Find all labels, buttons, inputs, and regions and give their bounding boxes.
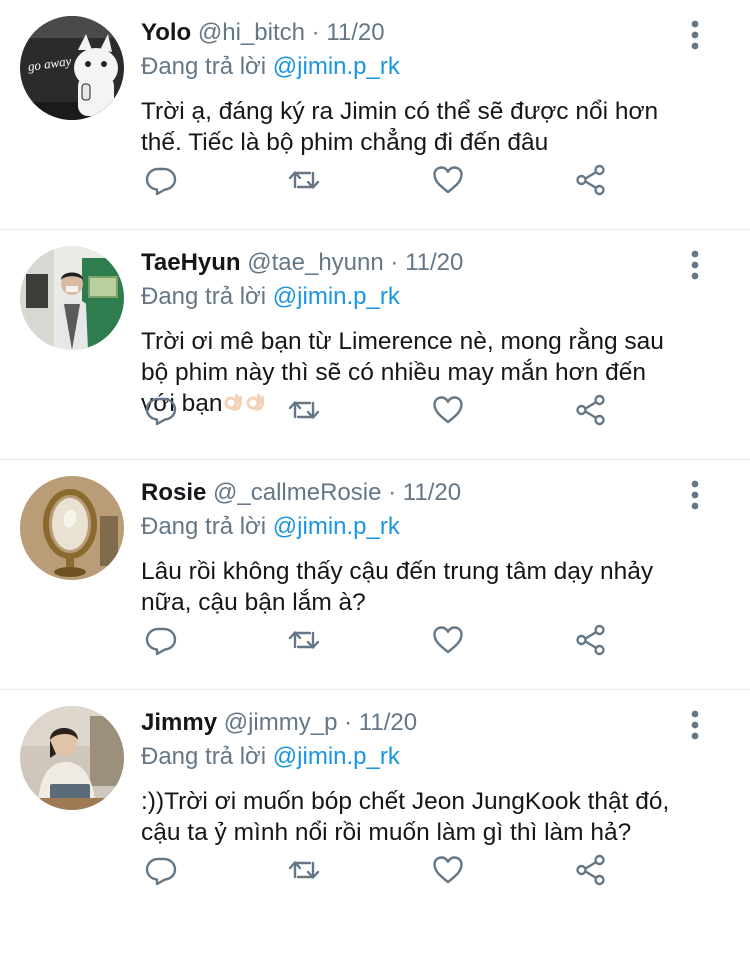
- more-options-button[interactable]: [680, 710, 710, 740]
- user-handle[interactable]: @hi_bitch: [198, 19, 305, 46]
- reply-context: Đang trả lời @jimin.p_rk: [141, 510, 694, 544]
- separator-dot: ·: [388, 479, 397, 506]
- separator-dot: ·: [311, 19, 320, 46]
- reply-button[interactable]: [141, 850, 181, 890]
- user-handle[interactable]: @jimmy_p: [224, 709, 338, 736]
- reply-button[interactable]: [141, 620, 181, 660]
- more-options-button[interactable]: [680, 20, 710, 50]
- retweet-button[interactable]: [284, 620, 324, 660]
- more-vertical-icon: [691, 710, 699, 740]
- tweet-actions: [141, 160, 621, 200]
- reply-prefix: Đang trả lời: [141, 53, 267, 80]
- retweet-icon: [288, 861, 320, 879]
- reply-mention[interactable]: @jimin.p_rk: [273, 513, 400, 540]
- tweet-header: TaeHyun @tae_hyunn · 11/20: [141, 246, 694, 280]
- like-icon: [433, 166, 463, 194]
- like-icon: [433, 396, 463, 424]
- avatar[interactable]: [20, 246, 124, 350]
- display-name[interactable]: Yolo: [141, 19, 191, 46]
- tweet-content: Yolo @hi_bitch · 11/20 Đang trả lời @jim…: [141, 16, 694, 158]
- reply-context: Đang trả lời @jimin.p_rk: [141, 50, 694, 84]
- tweet-content: Rosie @_callmeRosie · 11/20 Đang trả lời…: [141, 476, 694, 618]
- retweet-icon: [288, 171, 320, 189]
- reply-prefix: Đang trả lời: [141, 513, 267, 540]
- like-icon: [433, 856, 463, 884]
- user-handle[interactable]: @_callmeRosie: [213, 479, 381, 506]
- tweet[interactable]: Rosie @_callmeRosie · 11/20 Đang trả lời…: [0, 460, 750, 690]
- display-name[interactable]: TaeHyun: [141, 249, 241, 276]
- reply-mention[interactable]: @jimin.p_rk: [273, 743, 400, 770]
- like-button[interactable]: [428, 620, 468, 660]
- avatar-image: [20, 706, 124, 810]
- more-vertical-icon: [691, 20, 699, 50]
- tweet-header: Yolo @hi_bitch · 11/20: [141, 16, 694, 50]
- more-vertical-icon: [691, 250, 699, 280]
- retweet-button[interactable]: [284, 850, 324, 890]
- reply-icon: [145, 397, 177, 426]
- tweet-header: Rosie @_callmeRosie · 11/20: [141, 476, 694, 510]
- reply-icon: [145, 167, 177, 196]
- retweet-icon: [288, 631, 320, 649]
- share-icon: [576, 854, 605, 886]
- tweet[interactable]: Jimmy @jimmy_p · 11/20 Đang trả lời @jim…: [0, 690, 750, 920]
- retweet-icon: [288, 401, 320, 419]
- share-button[interactable]: [571, 620, 611, 660]
- display-name[interactable]: Jimmy: [141, 709, 217, 736]
- reply-mention[interactable]: @jimin.p_rk: [273, 283, 400, 310]
- tweet-text: :))Trời ơi muốn bóp chết Jeon JungKook t…: [141, 788, 670, 846]
- tweet-date[interactable]: 11/20: [403, 479, 461, 506]
- share-icon: [576, 394, 605, 426]
- reply-feed: go away Yolo @hi_bitch · 11/20 Đang trả …: [0, 0, 750, 955]
- share-button[interactable]: [571, 850, 611, 890]
- like-button[interactable]: [428, 160, 468, 200]
- tweet-actions: [141, 390, 621, 430]
- reply-icon: [145, 627, 177, 656]
- tweet-actions: [141, 620, 621, 660]
- tweet[interactable]: TaeHyun @tae_hyunn · 11/20 Đang trả lời …: [0, 230, 750, 460]
- reply-button[interactable]: [141, 160, 181, 200]
- avatar-image: [20, 476, 124, 580]
- reply-mention[interactable]: @jimin.p_rk: [273, 53, 400, 80]
- more-options-button[interactable]: [680, 480, 710, 510]
- reply-prefix: Đang trả lời: [141, 743, 267, 770]
- separator-dot: ·: [344, 709, 353, 736]
- more-options-button[interactable]: [680, 250, 710, 280]
- reply-context: Đang trả lời @jimin.p_rk: [141, 740, 694, 774]
- display-name[interactable]: Rosie: [141, 479, 206, 506]
- share-icon: [576, 624, 605, 656]
- tweet-content: Jimmy @jimmy_p · 11/20 Đang trả lời @jim…: [141, 706, 694, 848]
- separator-dot: ·: [390, 249, 399, 276]
- avatar-image: go away: [20, 16, 124, 120]
- user-handle[interactable]: @tae_hyunn: [247, 249, 383, 276]
- tweet-date[interactable]: 11/20: [359, 709, 417, 736]
- like-button[interactable]: [428, 390, 468, 430]
- retweet-button[interactable]: [284, 160, 324, 200]
- share-icon: [576, 164, 605, 196]
- avatar[interactable]: [20, 706, 124, 810]
- tweet-text: Lâu rồi không thấy cậu đến trung tâm dạy…: [141, 558, 654, 616]
- reply-context: Đang trả lời @jimin.p_rk: [141, 280, 694, 314]
- tweet-date[interactable]: 11/20: [405, 249, 463, 276]
- share-button[interactable]: [571, 390, 611, 430]
- reply-prefix: Đang trả lời: [141, 283, 267, 310]
- like-button[interactable]: [428, 850, 468, 890]
- avatar[interactable]: [20, 476, 124, 580]
- tweet-header: Jimmy @jimmy_p · 11/20: [141, 706, 694, 740]
- like-icon: [433, 626, 463, 654]
- tweet-actions: [141, 850, 621, 890]
- reply-icon: [145, 857, 177, 886]
- reply-button[interactable]: [141, 390, 181, 430]
- more-vertical-icon: [691, 480, 699, 510]
- share-button[interactable]: [571, 160, 611, 200]
- retweet-button[interactable]: [284, 390, 324, 430]
- tweet-date[interactable]: 11/20: [326, 19, 384, 46]
- tweet[interactable]: go away Yolo @hi_bitch · 11/20 Đang trả …: [0, 0, 750, 230]
- avatar[interactable]: go away: [20, 16, 124, 120]
- tweet-text: Trời ạ, đáng ký ra Jimin có thể sẽ được …: [141, 98, 659, 156]
- avatar-image: [20, 246, 124, 350]
